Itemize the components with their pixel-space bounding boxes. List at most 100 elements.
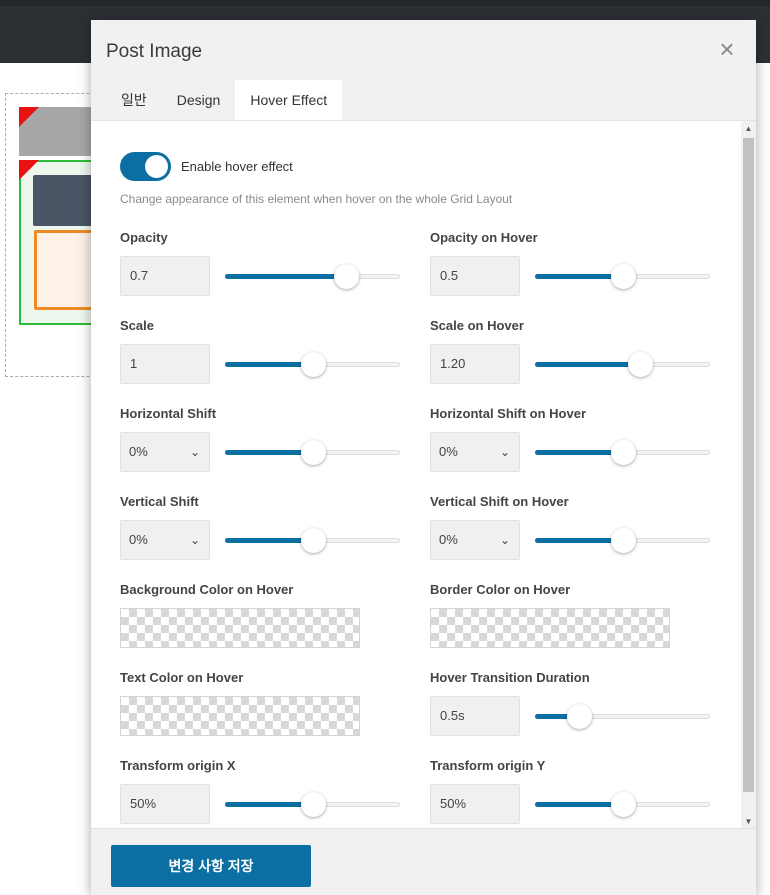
vertical-shift-slider[interactable] [225, 520, 400, 560]
horizontal-shift-hover-select[interactable]: 0% ⌄ [430, 432, 520, 472]
opacity-hover-slider[interactable] [535, 256, 710, 296]
slider-fill [225, 362, 313, 367]
slider-fill [535, 538, 623, 543]
slider-handle[interactable] [611, 440, 636, 465]
scale-slider[interactable] [225, 344, 400, 384]
transform-origin-y-label: Transform origin Y [430, 758, 546, 773]
slider-handle[interactable] [334, 264, 359, 289]
scroll-down-icon[interactable]: ▼ [741, 814, 756, 828]
dialog-title: Post Image [106, 41, 203, 62]
element-marker-icon [19, 107, 39, 127]
background-color-hover-field: Background Color on Hover [120, 582, 410, 654]
background-color-hover-swatch[interactable] [120, 608, 360, 648]
slider-handle[interactable] [628, 352, 653, 377]
horizontal-shift-hover-slider[interactable] [535, 432, 710, 472]
slider-handle[interactable] [301, 440, 326, 465]
horizontal-shift-value: 0% [129, 444, 148, 459]
border-color-hover-field: Border Color on Hover [430, 582, 720, 654]
border-color-hover-swatch[interactable] [430, 608, 670, 648]
scale-hover-input[interactable]: 1.20 [430, 344, 520, 384]
opacity-input[interactable]: 0.7 [120, 256, 210, 296]
chevron-down-icon: ⌄ [189, 445, 200, 459]
slider-handle[interactable] [611, 792, 636, 817]
opacity-slider[interactable] [225, 256, 400, 296]
scale-hover-label: Scale on Hover [430, 318, 524, 333]
toggle-knob [145, 155, 168, 178]
horizontal-shift-slider[interactable] [225, 432, 400, 472]
horizontal-shift-field: Horizontal Shift 0% ⌄ [120, 406, 410, 478]
tab-general[interactable]: 일반 [106, 80, 162, 120]
save-changes-button[interactable]: 변경 사항 저장 [111, 845, 311, 887]
transform-origin-y-input[interactable]: 50% [430, 784, 520, 824]
vertical-shift-hover-select[interactable]: 0% ⌄ [430, 520, 520, 560]
border-color-hover-label: Border Color on Hover [430, 582, 571, 597]
transform-origin-x-input[interactable]: 50% [120, 784, 210, 824]
text-color-hover-field: Text Color on Hover [120, 670, 410, 742]
vertical-shift-field: Vertical Shift 0% ⌄ [120, 494, 410, 566]
slider-handle[interactable] [567, 704, 592, 729]
slider-fill [535, 450, 623, 455]
dialog-footer: 변경 사항 저장 [91, 828, 756, 895]
horizontal-shift-hover-value: 0% [439, 444, 458, 459]
scale-hover-slider[interactable] [535, 344, 710, 384]
horizontal-shift-hover-field: Horizontal Shift on Hover 0% ⌄ [430, 406, 720, 478]
vertical-shift-label: Vertical Shift [120, 494, 199, 509]
scrollbar-thumb[interactable] [743, 138, 754, 792]
transform-origin-x-field: Transform origin X 50% [120, 758, 410, 828]
transition-duration-input[interactable]: 0.5s [430, 696, 520, 736]
scale-field: Scale 1 [120, 318, 410, 390]
vertical-shift-hover-slider[interactable] [535, 520, 710, 560]
scale-hover-field: Scale on Hover 1.20 [430, 318, 720, 390]
transform-origin-y-field: Transform origin Y 50% [430, 758, 720, 828]
tab-bar: 일반 Design Hover Effect [106, 80, 343, 120]
opacity-label: Opacity [120, 230, 168, 245]
enable-hover-label: Enable hover effect [181, 159, 293, 174]
vertical-shift-select[interactable]: 0% ⌄ [120, 520, 210, 560]
scroll-up-icon[interactable]: ▲ [741, 121, 756, 136]
slider-fill [535, 802, 623, 807]
slider-handle[interactable] [301, 792, 326, 817]
background-color-hover-label: Background Color on Hover [120, 582, 294, 597]
horizontal-shift-select[interactable]: 0% ⌄ [120, 432, 210, 472]
hover-effect-panel: Enable hover effect Change appearance of… [91, 120, 756, 828]
panel-scrollbar[interactable]: ▲ ▼ [741, 121, 756, 828]
slider-handle[interactable] [301, 352, 326, 377]
slider-fill [535, 274, 623, 279]
tab-design[interactable]: Design [162, 80, 236, 120]
close-icon[interactable]: × [715, 36, 739, 62]
text-color-hover-swatch[interactable] [120, 696, 360, 736]
slider-fill [225, 538, 313, 543]
transform-origin-x-label: Transform origin X [120, 758, 236, 773]
slider-fill [225, 450, 313, 455]
chevron-down-icon: ⌄ [499, 533, 510, 547]
slider-fill [535, 362, 640, 367]
slider-fill [225, 274, 346, 279]
slider-handle[interactable] [611, 264, 636, 289]
vertical-shift-hover-label: Vertical Shift on Hover [430, 494, 569, 509]
opacity-hover-label: Opacity on Hover [430, 230, 538, 245]
tab-hover-effect[interactable]: Hover Effect [235, 80, 343, 120]
chevron-down-icon: ⌄ [189, 533, 200, 547]
slider-fill [225, 802, 313, 807]
chevron-down-icon: ⌄ [499, 445, 510, 459]
slider-handle[interactable] [301, 528, 326, 553]
enable-hover-toggle[interactable] [120, 152, 171, 181]
transition-duration-label: Hover Transition Duration [430, 670, 590, 685]
slider-handle[interactable] [611, 528, 636, 553]
vertical-shift-hover-value: 0% [439, 532, 458, 547]
transition-duration-field: Hover Transition Duration 0.5s [430, 670, 720, 742]
opacity-field: Opacity 0.7 [120, 230, 410, 302]
transform-origin-y-slider[interactable] [535, 784, 710, 824]
transform-origin-x-slider[interactable] [225, 784, 400, 824]
opacity-hover-input[interactable]: 0.5 [430, 256, 520, 296]
vertical-shift-value: 0% [129, 532, 148, 547]
scale-input[interactable]: 1 [120, 344, 210, 384]
horizontal-shift-label: Horizontal Shift [120, 406, 217, 421]
transition-duration-slider[interactable] [535, 696, 710, 736]
horizontal-shift-hover-label: Horizontal Shift on Hover [430, 406, 586, 421]
scale-label: Scale [120, 318, 154, 333]
opacity-hover-field: Opacity on Hover 0.5 [430, 230, 720, 302]
hover-hint-text: Change appearance of this element when h… [120, 192, 513, 206]
vertical-shift-hover-field: Vertical Shift on Hover 0% ⌄ [430, 494, 720, 566]
post-image-dialog: Post Image × 일반 Design Hover Effect Enab… [91, 20, 756, 895]
